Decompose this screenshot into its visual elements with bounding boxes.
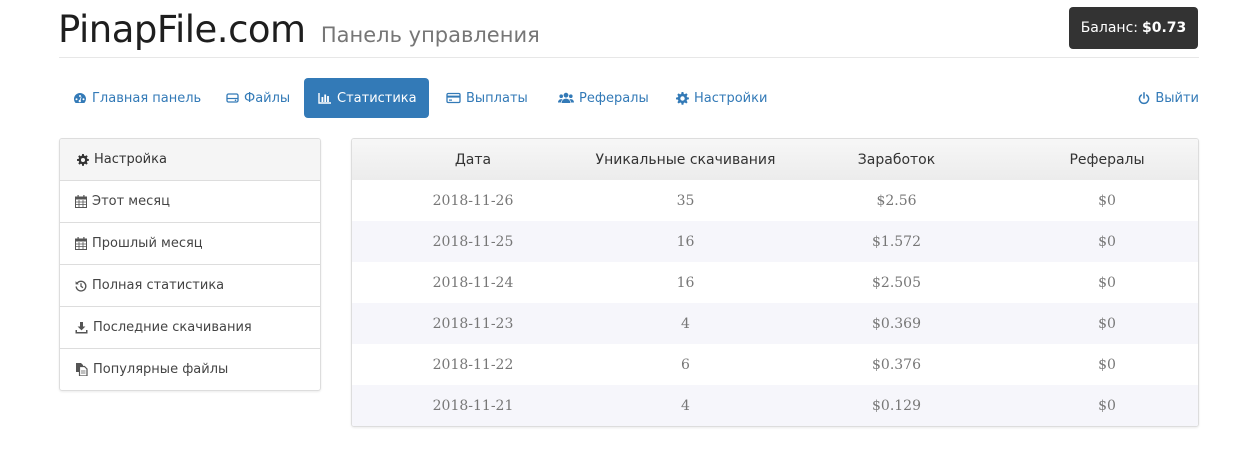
calendar-icon	[75, 237, 87, 250]
brand-name[interactable]: PinapFile.com	[58, 8, 306, 51]
cell-earnings: $0.369	[872, 315, 921, 332]
cell-earnings: $1.572	[872, 233, 921, 250]
nav-settings-label: Настройки	[694, 90, 768, 106]
nav-referrals-label: Рефералы	[579, 90, 649, 106]
table-row: 2018-11-25 16 $1.572 $0	[352, 221, 1198, 262]
nav-settings[interactable]: Настройки	[662, 78, 781, 118]
sidebar-item-label: Полная статистика	[92, 278, 225, 293]
cell-downloads: 16	[676, 233, 695, 250]
main-nav: Главная панель Файлы Статистика Выплаты …	[59, 78, 1199, 118]
sidebar-item-full-stats[interactable]: Полная статистика	[60, 265, 320, 307]
sidebar-item-label: Популярные файлы	[93, 362, 229, 377]
nav-statistics-label: Статистика	[337, 90, 417, 106]
cell-date: 2018-11-23	[432, 315, 514, 332]
gear-icon	[676, 91, 689, 105]
cell-date: 2018-11-22	[432, 356, 514, 373]
cell-earnings: $2.505	[872, 274, 921, 291]
brand-title[interactable]: PinapFile.com Панель управления	[58, 4, 540, 61]
column-header-date: Дата	[454, 151, 492, 168]
cell-date: 2018-11-21	[432, 397, 514, 414]
cell-downloads: 16	[676, 274, 695, 291]
nav-payouts-label: Выплаты	[466, 90, 528, 106]
nav-logout-label: Выйти	[1155, 90, 1199, 106]
cell-earnings: $0.129	[872, 397, 921, 414]
nav-statistics[interactable]: Статистика	[304, 78, 429, 118]
sidebar-item-label: Прошлый месяц	[92, 236, 203, 251]
cell-referrals: $0	[1098, 397, 1116, 414]
column-header-unique-downloads: Уникальные скачивания	[595, 151, 776, 168]
nav-referrals[interactable]: Рефералы	[544, 78, 663, 118]
credit-card-icon	[446, 92, 461, 104]
cell-date: 2018-11-25	[432, 233, 514, 250]
nav-files-label: Файлы	[244, 90, 291, 106]
sidebar-header: Настройка	[60, 139, 320, 181]
nav-logout[interactable]: Выйти	[1124, 78, 1199, 118]
power-icon	[1139, 91, 1150, 104]
brand-subtitle: Панель управления	[320, 23, 540, 47]
calendar-icon	[75, 195, 87, 208]
balance-label: Баланс:	[1080, 20, 1138, 36]
sidebar-item-recent-downloads[interactable]: Последние скачивания	[60, 307, 320, 349]
table-row: 2018-11-21 4 $0.129 $0	[352, 385, 1198, 426]
cell-earnings: $0.376	[872, 356, 921, 373]
cell-referrals: $0	[1098, 192, 1116, 209]
hdd-icon	[226, 93, 239, 103]
sidebar-item-last-month[interactable]: Прошлый месяц	[60, 223, 320, 265]
dashboard-icon	[74, 93, 86, 103]
sidebar-item-label: Последние скачивания	[93, 320, 252, 335]
cell-downloads: 35	[676, 192, 695, 209]
stats-table: Дата Уникальные скачивания Заработок Реф…	[351, 138, 1199, 427]
cell-date: 2018-11-24	[432, 274, 514, 291]
nav-dashboard-label: Главная панель	[92, 90, 202, 106]
table-row: 2018-11-24 16 $2.505 $0	[352, 262, 1198, 303]
cell-earnings: $2.56	[876, 192, 917, 209]
cell-date: 2018-11-26	[432, 192, 514, 209]
column-header-earnings: Заработок	[857, 151, 936, 168]
table-row: 2018-11-23 4 $0.369 $0	[352, 303, 1198, 344]
sidebar-item-popular-files[interactable]: Популярные файлы	[60, 349, 320, 390]
cell-downloads: 4	[681, 315, 690, 332]
cell-referrals: $0	[1098, 233, 1116, 250]
nav-files[interactable]: Файлы	[212, 78, 304, 118]
table-row: 2018-11-22 6 $0.376 $0	[352, 344, 1198, 385]
table-header-row: Дата Уникальные скачивания Заработок Реф…	[352, 139, 1198, 180]
cell-downloads: 6	[681, 356, 690, 373]
sidebar-header-label: Настройка	[94, 152, 167, 167]
history-icon	[75, 280, 87, 292]
gear-icon	[77, 153, 89, 166]
cell-referrals: $0	[1098, 356, 1116, 373]
users-icon	[558, 92, 574, 103]
nav-payouts[interactable]: Выплаты	[432, 78, 542, 118]
bar-chart-icon	[318, 93, 331, 104]
sidebar-item-label: Этот месяц	[92, 194, 170, 209]
nav-dashboard[interactable]: Главная панель	[59, 78, 215, 118]
cell-downloads: 4	[681, 397, 690, 414]
sidebar: Настройка Этот месяц Прошлый месяц Полна…	[59, 138, 321, 391]
balance-button[interactable]: Баланс: $0.73	[1069, 7, 1198, 49]
download-icon	[75, 321, 88, 333]
table-row: 2018-11-26 35 $2.56 $0	[352, 180, 1198, 221]
cell-referrals: $0	[1098, 274, 1116, 291]
cell-referrals: $0	[1098, 315, 1116, 332]
header-divider	[59, 57, 1199, 58]
page: PinapFile.com Панель управления Баланс: …	[0, 0, 1260, 463]
sidebar-item-this-month[interactable]: Этот месяц	[60, 181, 320, 223]
column-header-referrals: Рефералы	[1069, 151, 1145, 168]
files-icon	[76, 363, 88, 376]
balance-value: $0.73	[1141, 20, 1187, 36]
